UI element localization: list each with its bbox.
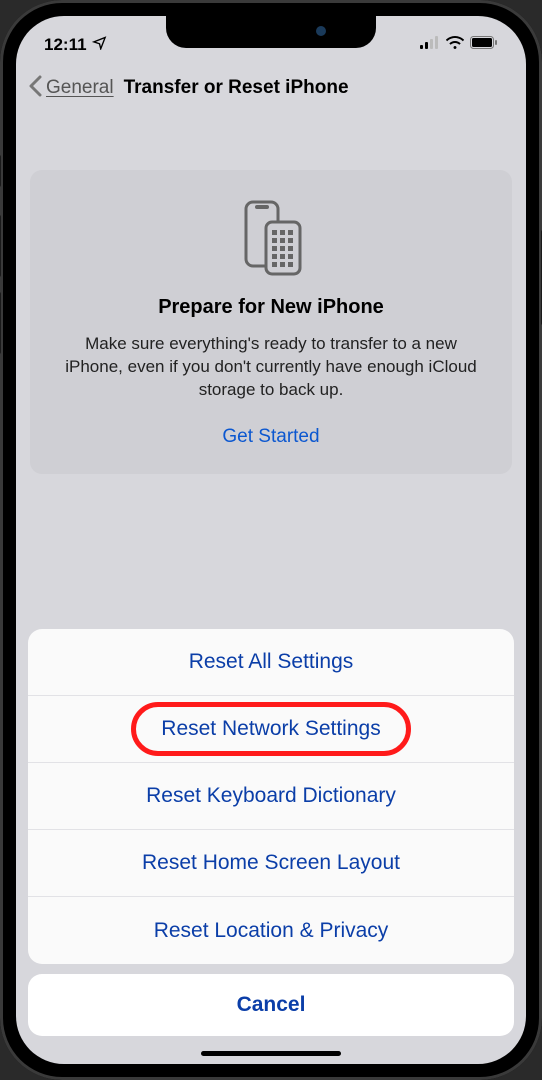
- notch: [166, 16, 376, 48]
- mute-switch: [0, 155, 1, 187]
- home-indicator[interactable]: [201, 1051, 341, 1056]
- location-icon: [92, 35, 107, 55]
- get-started-button[interactable]: Get Started: [50, 426, 492, 448]
- wifi-icon: [446, 36, 464, 54]
- action-item-reset-network-settings[interactable]: Reset Network Settings: [28, 696, 514, 763]
- card-description: Make sure everything's ready to transfer…: [50, 333, 492, 402]
- action-item-reset-all-settings[interactable]: Reset All Settings: [28, 629, 514, 696]
- action-item-reset-keyboard-dictionary[interactable]: Reset Keyboard Dictionary: [28, 763, 514, 830]
- cellular-signal-icon: [420, 36, 440, 54]
- battery-icon: [470, 36, 498, 54]
- highlight-ring: [131, 702, 411, 756]
- action-item-reset-home-screen-layout[interactable]: Reset Home Screen Layout: [28, 830, 514, 897]
- screen: 12:11: [16, 16, 526, 1064]
- phone-frame: 12:11: [0, 0, 542, 1080]
- content-area: Prepare for New iPhone Make sure everyth…: [16, 112, 526, 474]
- status-left: 12:11: [44, 35, 107, 55]
- nav-header: General Transfer or Reset iPhone: [16, 64, 526, 112]
- card-title: Prepare for New iPhone: [50, 296, 492, 319]
- back-chevron-icon[interactable]: [28, 73, 42, 104]
- volume-up-button: [0, 215, 1, 277]
- action-sheet: Reset All SettingsReset Network Settings…: [28, 629, 514, 964]
- action-item-reset-location-privacy[interactable]: Reset Location & Privacy: [28, 897, 514, 964]
- volume-down-button: [0, 292, 1, 354]
- prepare-card: Prepare for New iPhone Make sure everyth…: [30, 170, 512, 474]
- devices-icon: [50, 198, 492, 278]
- back-button[interactable]: General: [46, 77, 114, 99]
- page-title: Transfer or Reset iPhone: [124, 77, 349, 99]
- cancel-button[interactable]: Cancel: [28, 974, 514, 1036]
- status-right: [420, 36, 498, 54]
- status-time: 12:11: [44, 35, 87, 55]
- action-sheet-overlay: Reset All SettingsReset Network Settings…: [16, 629, 526, 1064]
